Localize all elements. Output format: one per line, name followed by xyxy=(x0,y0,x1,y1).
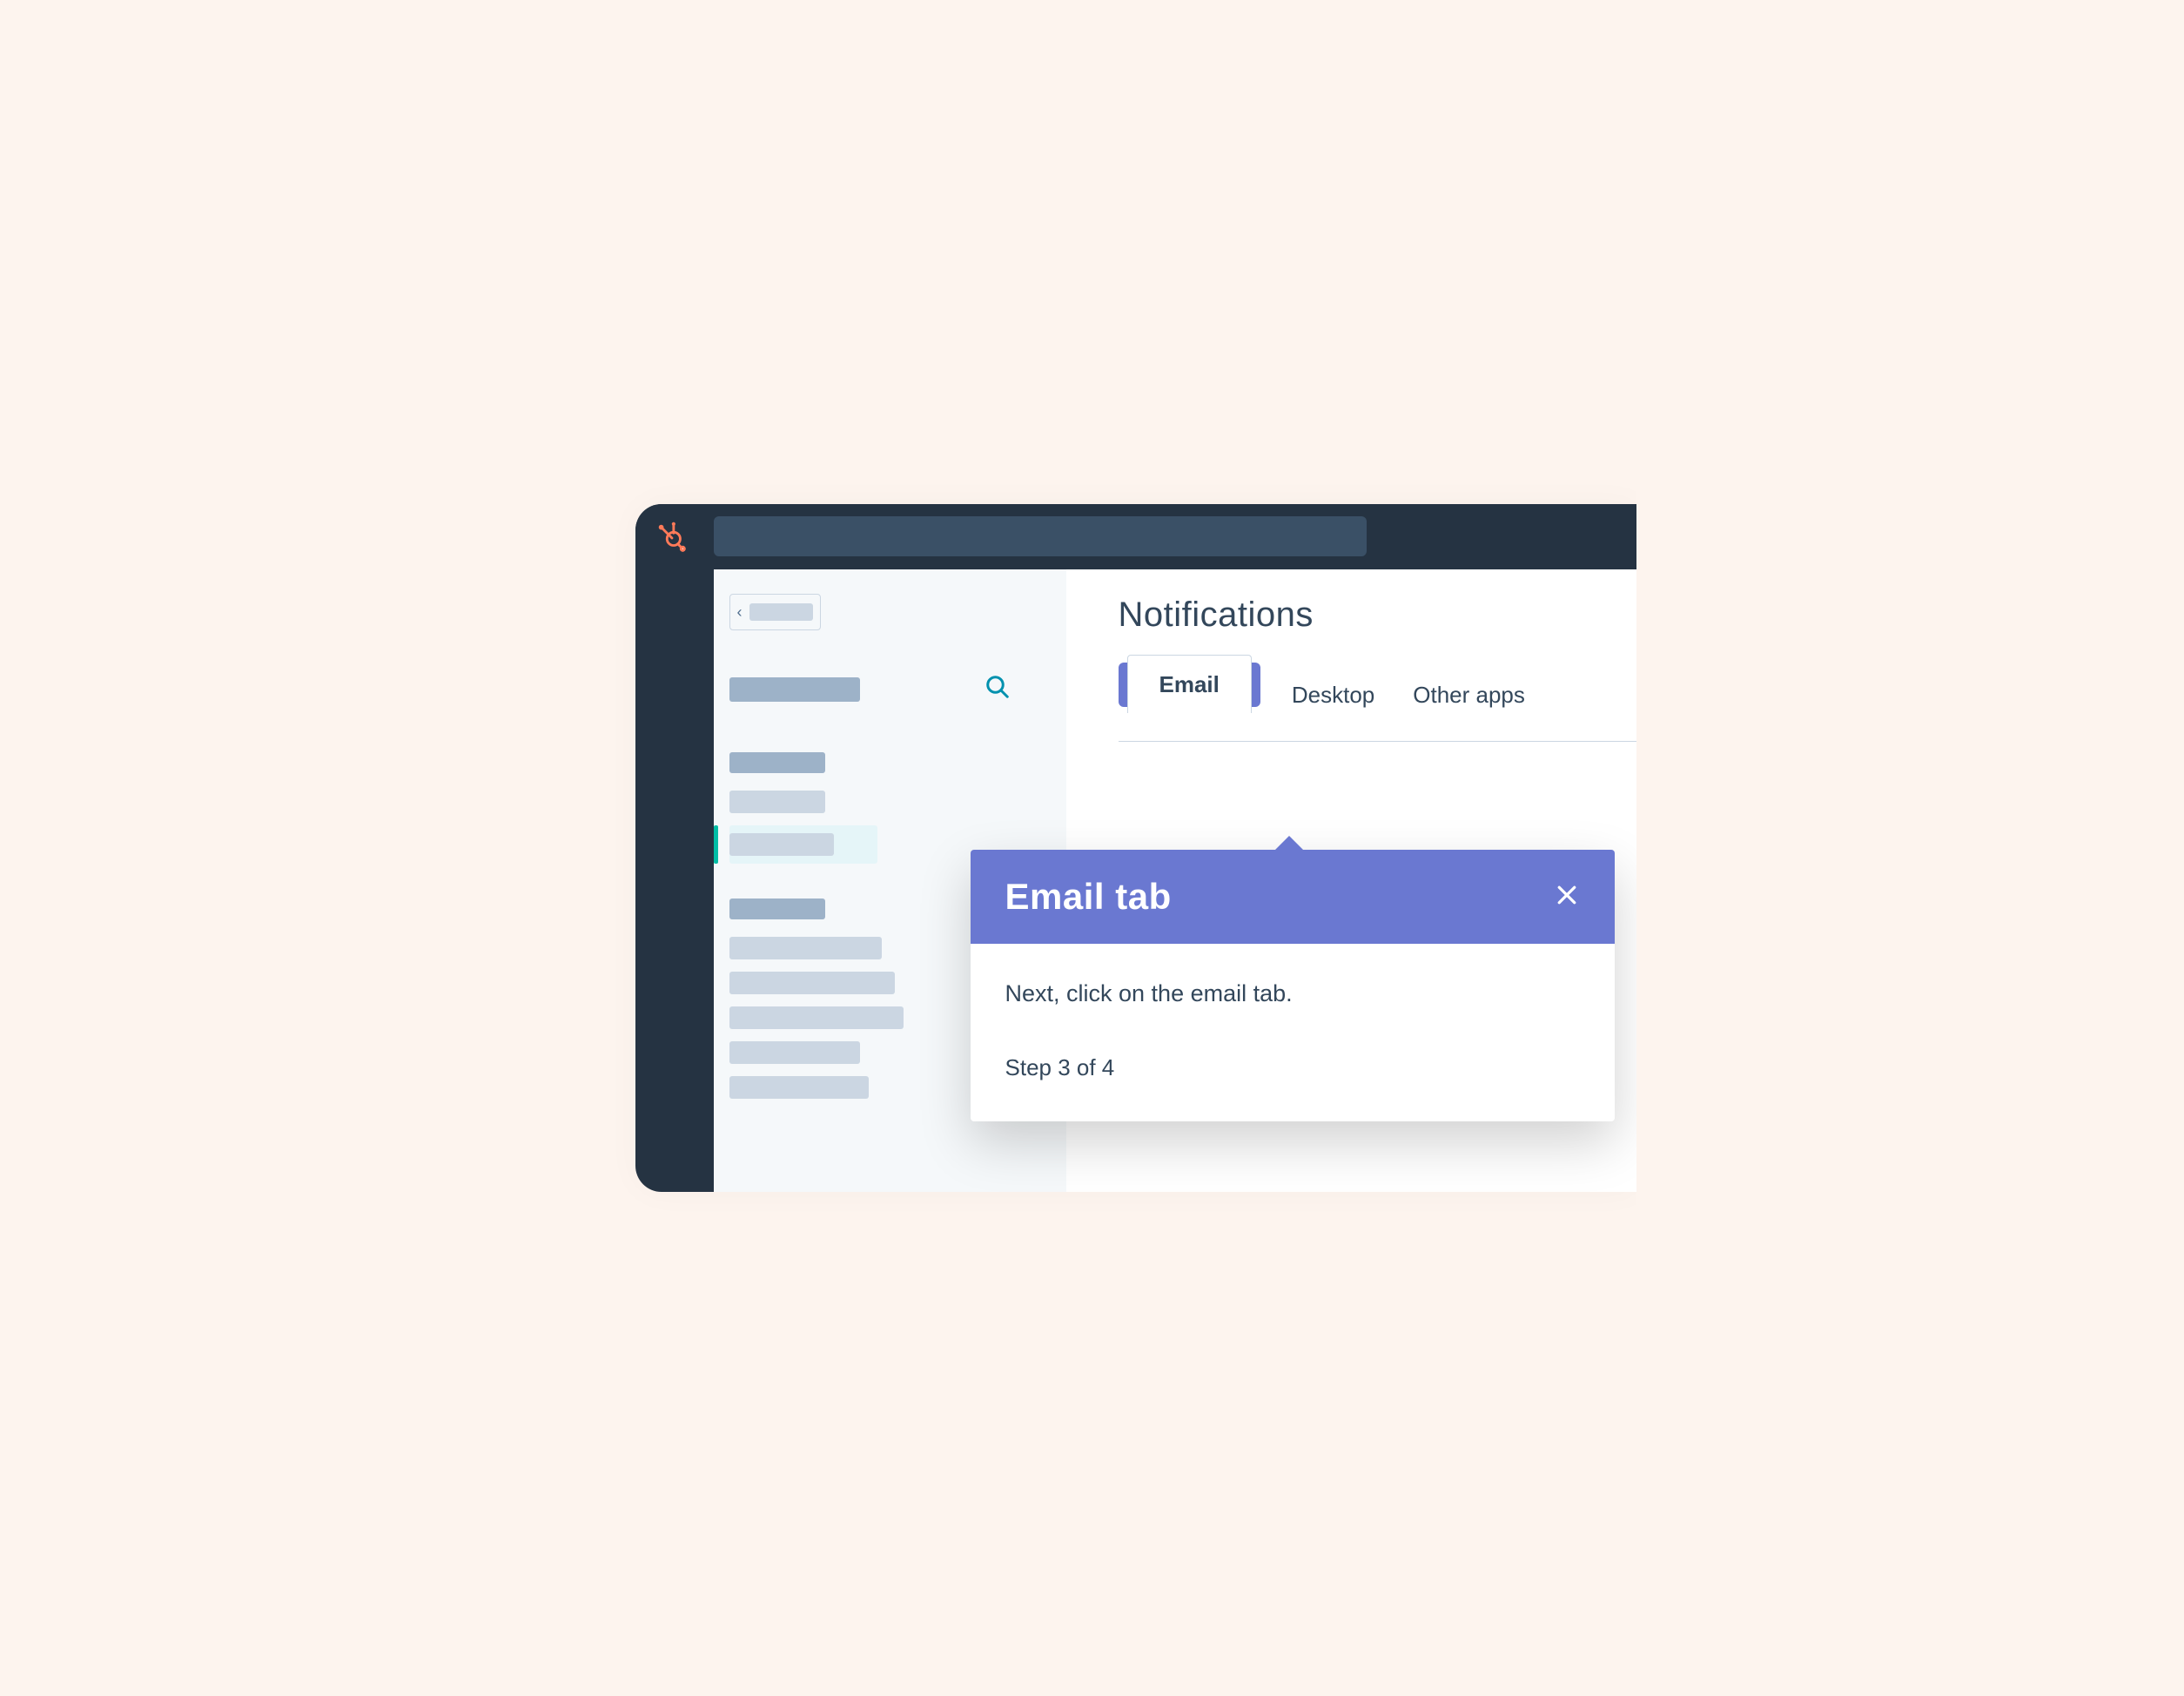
coachmark-text: Next, click on the email tab. xyxy=(1005,980,1580,1007)
active-indicator xyxy=(714,825,718,864)
topbar-search-placeholder[interactable] xyxy=(714,516,1367,556)
coachmark-arrow xyxy=(1273,836,1305,851)
app-window: ‹ xyxy=(635,504,1636,1192)
tab-email-highlight: Email xyxy=(1119,663,1260,707)
sidebar-heading-placeholder xyxy=(729,677,860,702)
sidebar-item[interactable] xyxy=(729,1076,869,1099)
tab-email[interactable]: Email xyxy=(1127,655,1252,713)
sidebar-group-label xyxy=(729,898,825,919)
coachmark-header: Email tab xyxy=(971,850,1615,944)
search-icon[interactable] xyxy=(984,674,1011,704)
coachmark: Email tab Next, click on the email tab. … xyxy=(971,850,1615,1121)
chevron-left-icon: ‹ xyxy=(737,603,743,622)
sidebar-item-label-placeholder xyxy=(729,833,834,856)
back-label-placeholder xyxy=(749,603,813,621)
tab-desktop[interactable]: Desktop xyxy=(1285,663,1381,728)
coachmark-title: Email tab xyxy=(1005,876,1172,918)
back-button[interactable]: ‹ xyxy=(729,594,821,630)
topbar xyxy=(635,504,1636,569)
close-icon[interactable] xyxy=(1554,882,1580,912)
sidebar-item[interactable] xyxy=(729,1006,904,1029)
chrome-left-rail xyxy=(635,504,714,1192)
sidebar-group-label xyxy=(729,752,825,773)
tabs-row: Email Desktop Other apps xyxy=(1119,663,1636,728)
sidebar-item[interactable] xyxy=(729,972,895,994)
sidebar-item[interactable] xyxy=(729,937,882,959)
coachmark-body: Next, click on the email tab. Step 3 of … xyxy=(971,944,1615,1121)
tab-other-apps[interactable]: Other apps xyxy=(1406,663,1532,728)
sidebar-item[interactable] xyxy=(729,791,825,813)
sidebar-item[interactable] xyxy=(729,1041,860,1064)
sidebar-search-row xyxy=(729,674,1045,704)
page-title: Notifications xyxy=(1119,596,1636,635)
stage: ‹ xyxy=(548,426,1636,1270)
sidebar-group-1 xyxy=(729,752,1045,864)
hubspot-logo-icon xyxy=(655,521,688,554)
coachmark-step: Step 3 of 4 xyxy=(1005,1054,1580,1081)
tabs-underline xyxy=(1119,741,1636,742)
